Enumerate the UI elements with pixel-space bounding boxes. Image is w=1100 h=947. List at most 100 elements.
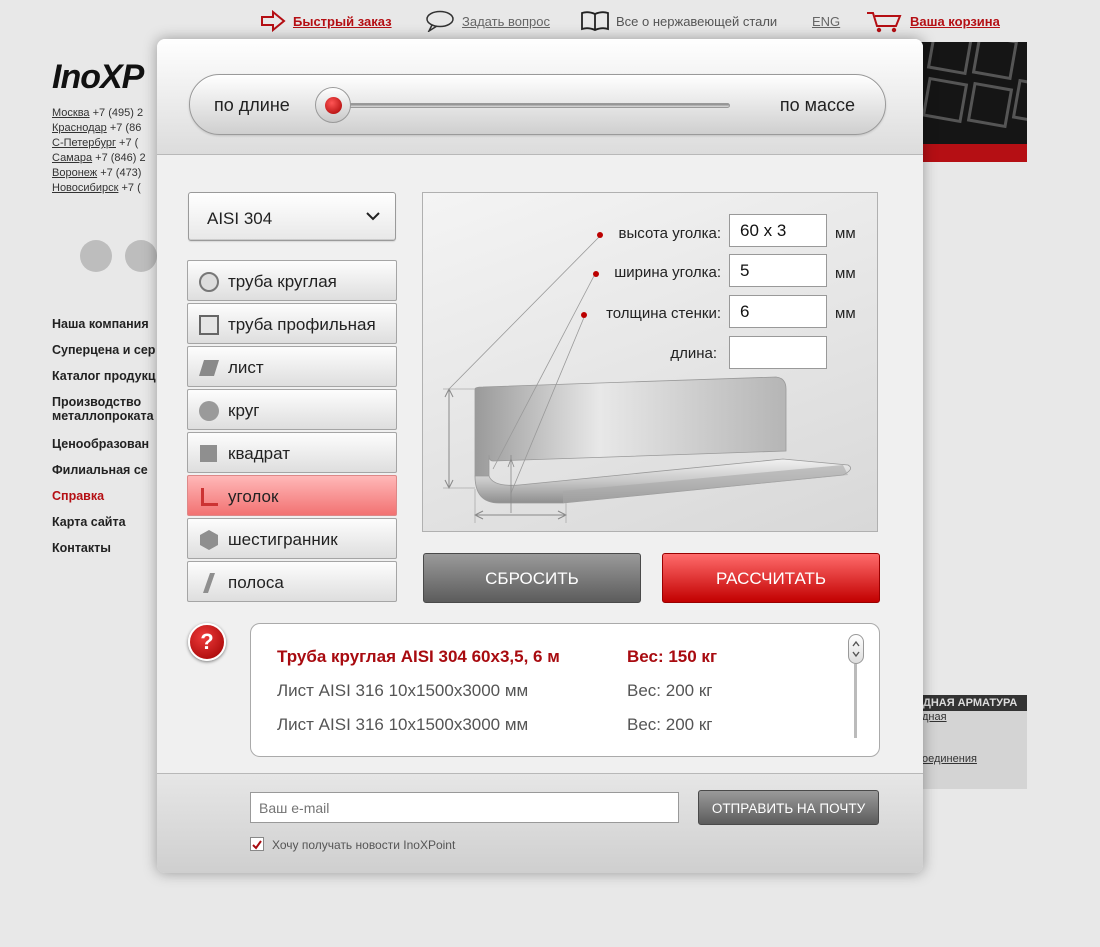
city-item: Москва +7 (495) 2 xyxy=(52,106,146,121)
shape-hexagon[interactable]: шестигранник xyxy=(187,518,397,559)
menu-item-company[interactable]: Наша компания xyxy=(52,317,156,343)
help-icon[interactable]: ? xyxy=(188,623,226,661)
height-input[interactable] xyxy=(729,214,827,247)
scrollbar-track[interactable] xyxy=(854,664,857,738)
toggle-knob[interactable] xyxy=(315,87,351,123)
twitter-icon[interactable] xyxy=(80,240,112,272)
city-item: Самара +7 (846) 2 xyxy=(52,151,146,166)
banner-image xyxy=(920,42,1027,146)
city-phone: +7 (86 xyxy=(109,122,142,134)
shape-square-bar[interactable]: квадрат xyxy=(187,432,397,473)
modal-footer: ОТПРАВИТЬ НА ПОЧТУ Хочу получать новости… xyxy=(157,773,923,873)
unit-label: мм xyxy=(835,305,856,322)
site-logo[interactable]: InoXP xyxy=(52,58,144,97)
city-link[interactable]: Москва xyxy=(52,107,90,119)
chevron-down-icon xyxy=(366,212,380,221)
city-phone: +7 (846) 2 xyxy=(95,152,146,164)
city-item: Краснодар +7 (86 xyxy=(52,121,146,136)
shape-round-pipe[interactable]: труба круглая xyxy=(187,260,397,301)
shape-angle[interactable]: уголок xyxy=(187,475,397,516)
city-link[interactable]: Самара xyxy=(52,152,92,164)
shape-circle-bar[interactable]: круг xyxy=(187,389,397,430)
city-item: Воронеж +7 (473) xyxy=(52,166,146,181)
side-block-link[interactable]: оединения xyxy=(920,753,1027,765)
shape-label: лист xyxy=(228,358,264,377)
modal-header: по длине по массе xyxy=(157,39,923,155)
round-pipe-icon xyxy=(199,272,219,292)
shape-label: квадрат xyxy=(228,444,290,463)
wall-label: толщина стенки: xyxy=(606,305,721,322)
calculate-button[interactable]: РАССЧИТАТЬ xyxy=(662,553,880,603)
shape-profile-pipe[interactable]: труба профильная xyxy=(187,303,397,344)
list-item: Лист AISI 316 10x1500x3000 мм Вес: 200 к… xyxy=(277,715,712,735)
city-phone: +7 ( xyxy=(121,182,141,194)
subscribe-checkbox[interactable] xyxy=(250,837,264,851)
circle-bar-icon xyxy=(199,401,219,421)
shape-sheet[interactable]: лист xyxy=(187,346,397,387)
subscribe-label: Хочу получать новости InoXPoint xyxy=(272,838,456,852)
wall-thickness-input[interactable] xyxy=(729,295,827,328)
city-link[interactable]: С-Петербург xyxy=(52,137,116,149)
toggle-label-length[interactable]: по длине xyxy=(214,95,290,116)
menu-item-branches[interactable]: Филиальная се xyxy=(52,463,156,489)
hexagon-icon xyxy=(200,530,218,550)
top-navigation: Быстрый заказ Задать вопрос Все о нержав… xyxy=(0,8,1100,34)
steel-grade-select[interactable]: AISI 304 xyxy=(188,192,396,241)
ask-question-link[interactable]: Задать вопрос xyxy=(462,14,550,29)
results-scrollbar[interactable] xyxy=(848,634,864,746)
speech-bubble-icon xyxy=(426,10,454,32)
toggle-label-mass[interactable]: по массе xyxy=(780,95,855,116)
scroll-arrows-icon xyxy=(852,640,860,658)
square-bar-icon xyxy=(200,445,217,462)
shape-label: шестигранник xyxy=(228,530,338,549)
city-phone-list: Москва +7 (495) 2 Краснодар +7 (86 С-Пет… xyxy=(52,106,146,196)
city-link[interactable]: Новосибирск xyxy=(52,182,118,194)
city-link[interactable]: Воронеж xyxy=(52,167,97,179)
email-field[interactable] xyxy=(250,792,679,823)
cart-link[interactable]: Ваша корзина xyxy=(910,14,1000,29)
result-name: Лист AISI 316 10x1500x3000 мм xyxy=(277,681,529,700)
shape-label: полоса xyxy=(228,573,284,592)
city-phone: +7 (495) 2 xyxy=(92,107,144,119)
menu-item-reference[interactable]: Справка xyxy=(52,489,156,515)
result-weight: Вес: 150 кг xyxy=(627,647,718,666)
side-block-header: ДНАЯ АРМАТУРА xyxy=(920,695,1027,711)
toggle-track[interactable] xyxy=(338,103,730,108)
height-label: высота уголка: xyxy=(618,225,721,242)
menu-item-contacts[interactable]: Контакты xyxy=(52,541,156,567)
menu-item-sitemap[interactable]: Карта сайта xyxy=(52,515,156,541)
scrollbar-thumb[interactable] xyxy=(848,634,864,664)
steel-grade-value: AISI 304 xyxy=(207,209,273,228)
left-menu: Наша компания Суперцена и сер Каталог пр… xyxy=(52,317,156,567)
result-name: Лист AISI 316 10x1500x3000 мм xyxy=(277,715,529,734)
shape-strip[interactable]: полоса xyxy=(187,561,397,602)
about-steel-link[interactable]: Все о нержавеющей стали xyxy=(616,14,777,29)
side-block: ДНАЯ АРМАТУРА дная оединения xyxy=(920,695,1027,789)
shape-label: уголок xyxy=(228,487,279,506)
calc-mode-toggle[interactable]: по длине по массе xyxy=(189,74,886,135)
length-input[interactable] xyxy=(729,336,827,369)
unit-label: мм xyxy=(835,225,856,242)
profile-pipe-icon xyxy=(199,315,219,335)
strip-icon xyxy=(203,573,215,593)
menu-item-pricing[interactable]: Ценообразован xyxy=(52,437,156,463)
language-switch[interactable]: ENG xyxy=(812,14,840,29)
checkmark-icon xyxy=(252,840,262,850)
book-icon xyxy=(581,11,609,31)
sheet-icon xyxy=(199,360,219,376)
menu-item-catalog[interactable]: Каталог продукц xyxy=(52,369,156,395)
side-block-link[interactable]: дная xyxy=(920,711,1027,723)
menu-item-superprice[interactable]: Суперцена и сер xyxy=(52,343,156,369)
city-item: Новосибирск +7 ( xyxy=(52,181,146,196)
facebook-icon[interactable] xyxy=(125,240,157,272)
city-phone: +7 ( xyxy=(119,137,139,149)
length-label: длина: xyxy=(670,345,717,362)
city-link[interactable]: Краснодар xyxy=(52,122,107,134)
menu-item-production[interactable]: Производство металлопроката xyxy=(52,395,154,437)
width-label: ширина уголка: xyxy=(614,264,721,281)
send-to-email-button[interactable]: ОТПРАВИТЬ НА ПОЧТУ xyxy=(698,790,879,825)
quick-order-link[interactable]: Быстрый заказ xyxy=(293,14,392,29)
reset-button[interactable]: СБРОСИТЬ xyxy=(423,553,641,603)
unit-label: мм xyxy=(835,265,856,282)
width-input[interactable] xyxy=(729,254,827,287)
